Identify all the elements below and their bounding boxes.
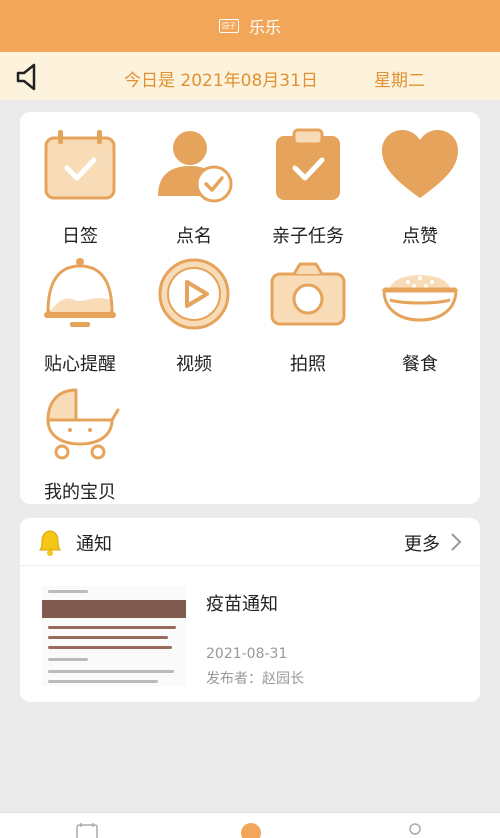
calendar-tab-icon[interactable]: [72, 821, 102, 838]
chevron-right-icon[interactable]: [450, 532, 462, 552]
notice-title: 通知: [76, 534, 112, 555]
grid-item-label: 拍照: [290, 354, 326, 375]
more-link[interactable]: 更多: [404, 530, 440, 556]
notice-item-date: 2021-08-31: [206, 646, 288, 662]
weekday: 星期二: [374, 71, 425, 91]
user-check-icon: [158, 131, 233, 203]
home-tab-icon[interactable]: [236, 821, 266, 838]
feature-grid: 日签 点名 亲子任务 点赞 贴心提醒 视频 拍照 餐食 我的宝贝: [20, 112, 480, 504]
grid-item-label: 视频: [176, 354, 212, 375]
calendar-check-icon: [44, 130, 116, 200]
notice-thumbnail[interactable]: [42, 586, 186, 686]
grid-item-video[interactable]: 视频: [142, 256, 246, 376]
grid-item-label: 点赞: [402, 226, 438, 247]
grid-item-roll-call[interactable]: 点名: [142, 128, 246, 248]
grid-item-daily-sign[interactable]: 日签: [28, 128, 132, 248]
play-icon: [158, 258, 230, 330]
grid-item-label: 贴心提醒: [44, 354, 116, 375]
notice-header: 通知 更多: [20, 518, 480, 566]
camera-icon: [270, 262, 346, 326]
school-badge-icon: 园子: [218, 19, 239, 33]
bell-icon: [38, 530, 62, 556]
page-title: 乐乐: [248, 18, 281, 37]
date-bar: 今日是 2021年08月31日 星期二: [0, 52, 500, 100]
grid-item-label: 亲子任务: [272, 226, 344, 247]
grid-item-label: 点名: [176, 226, 212, 247]
notice-card: 通知 更多 疫苗通知 2021-08-31 发布者：赵园长: [20, 518, 480, 702]
grid-item-like[interactable]: 点赞: [368, 128, 472, 248]
speaker-icon[interactable]: [14, 62, 44, 92]
grid-item-label: 餐食: [402, 354, 438, 375]
top-bar: 园子 乐乐: [0, 0, 500, 52]
bell-icon: [44, 258, 116, 327]
rice-bowl-icon: [382, 275, 458, 322]
grid-item-label: 日签: [62, 226, 98, 247]
grid-item-reminder[interactable]: 贴心提醒: [28, 256, 132, 376]
grid-item-meals[interactable]: 餐食: [368, 256, 472, 376]
profile-tab-icon[interactable]: [400, 821, 430, 838]
grid-item-label: 我的宝贝: [44, 482, 116, 503]
grid-item-photo[interactable]: 拍照: [256, 256, 360, 376]
clipboard-check-icon: [276, 128, 340, 200]
bottom-tab-bar: [0, 812, 500, 838]
grid-item-my-baby[interactable]: 我的宝贝: [28, 384, 132, 504]
grid-item-parent-task[interactable]: 亲子任务: [256, 128, 360, 248]
baby-stroller-icon: [46, 388, 120, 460]
notice-item-title[interactable]: 疫苗通知: [206, 590, 278, 616]
today-date: 今日是 2021年08月31日: [124, 71, 318, 91]
notice-item-author: 发布者：赵园长: [206, 671, 304, 687]
heart-icon: [382, 130, 458, 198]
